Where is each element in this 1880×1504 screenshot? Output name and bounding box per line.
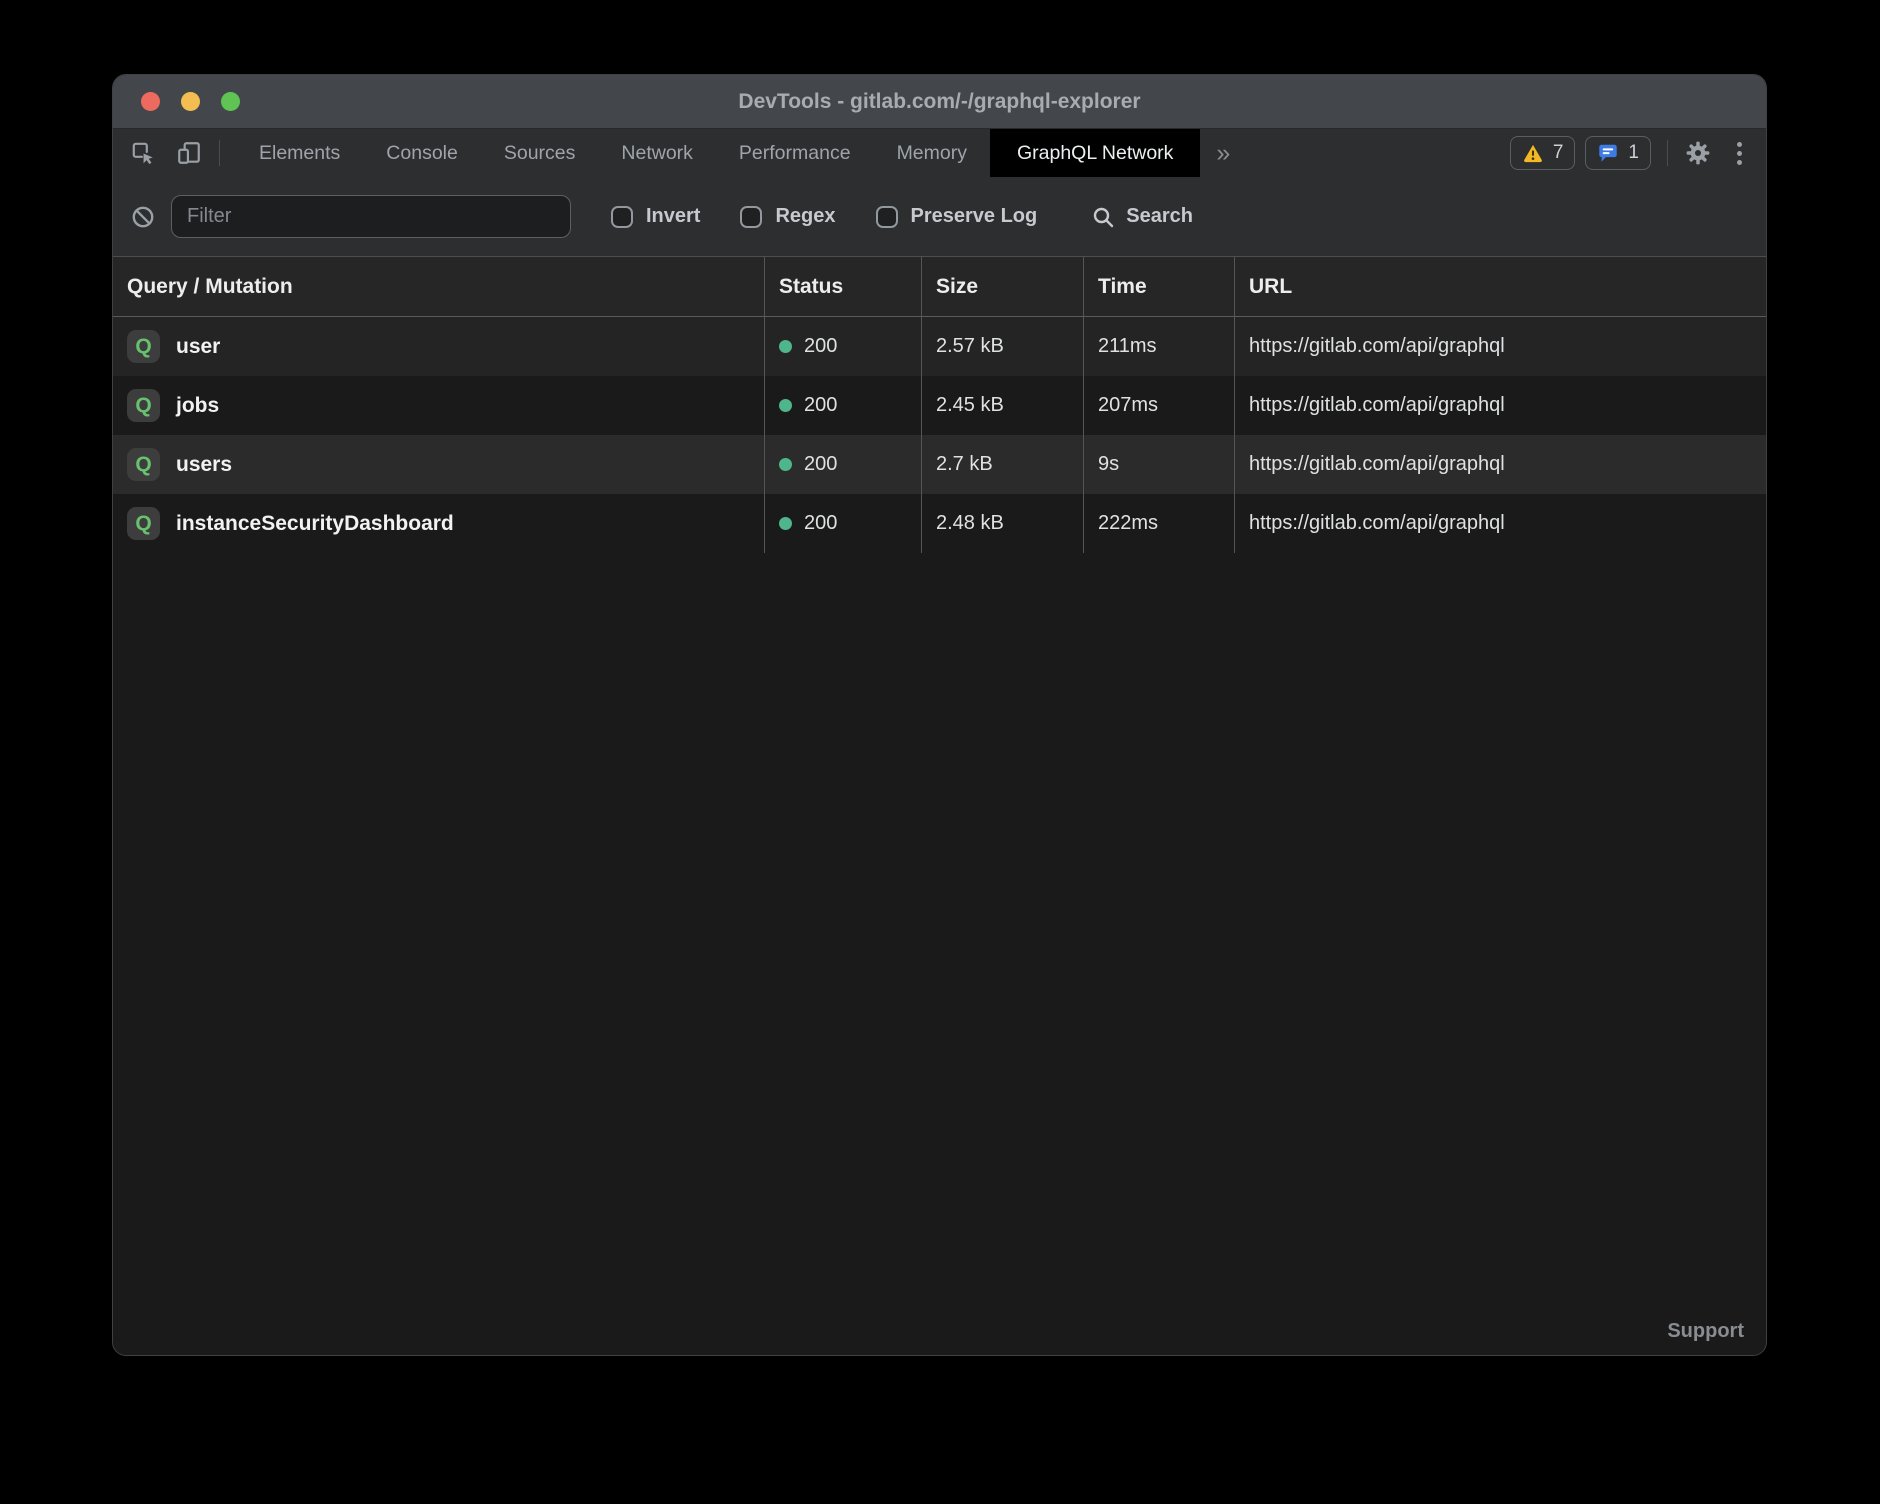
- column-header-query-mutation[interactable]: Query / Mutation: [113, 257, 764, 317]
- issues-button[interactable]: 1: [1585, 136, 1651, 170]
- status-code: 200: [804, 512, 837, 535]
- size-cell: 2.48 kB: [921, 494, 1083, 553]
- preserve-log-checkbox[interactable]: [876, 206, 898, 228]
- url-cell: https://gitlab.com/api/graphql: [1234, 435, 1766, 494]
- regex-label: Regex: [775, 205, 835, 228]
- warning-count: 7: [1553, 142, 1564, 164]
- table-row-users[interactable]: Q users 200 2.7 kB 9s https://gitlab.com…: [113, 435, 1766, 494]
- requests-panel: Query / Mutation Status Size Time URL Q …: [113, 257, 1766, 1356]
- status-cell: 200: [764, 376, 921, 435]
- query-cell: Q users: [113, 435, 764, 494]
- status-cell: 200: [764, 494, 921, 553]
- status-ok-dot: [779, 517, 792, 530]
- query-type-badge: Q: [127, 448, 160, 481]
- query-name: instanceSecurityDashboard: [176, 512, 454, 536]
- filter-input[interactable]: [171, 195, 571, 238]
- tab-elements[interactable]: Elements: [236, 129, 363, 177]
- devtools-tabbar: Elements Console Sources Network Perform…: [113, 129, 1766, 177]
- tab-graphql-network[interactable]: GraphQL Network: [990, 129, 1200, 177]
- status-cell: 200: [764, 435, 921, 494]
- regex-checkbox-group[interactable]: Regex: [740, 205, 835, 228]
- window-title: DevTools - gitlab.com/-/graphql-explorer: [113, 75, 1766, 128]
- size-cell: 2.7 kB: [921, 435, 1083, 494]
- time-cell: 207ms: [1083, 376, 1234, 435]
- search-button[interactable]: Search: [1091, 205, 1193, 229]
- query-type-badge: Q: [127, 330, 160, 363]
- status-ok-dot: [779, 399, 792, 412]
- url-cell: https://gitlab.com/api/graphql: [1234, 494, 1766, 553]
- tab-performance[interactable]: Performance: [716, 129, 874, 177]
- status-code: 200: [804, 335, 837, 358]
- message-icon: [1597, 142, 1619, 164]
- status-code: 200: [804, 394, 837, 417]
- query-cell: Q instanceSecurityDashboard: [113, 494, 764, 553]
- clear-filter-icon[interactable]: [129, 203, 157, 231]
- column-header-time[interactable]: Time: [1083, 257, 1234, 317]
- status-ok-dot: [779, 340, 792, 353]
- inspect-element-icon[interactable]: [129, 139, 157, 167]
- tabbar-divider: [219, 140, 220, 166]
- invert-checkbox[interactable]: [611, 206, 633, 228]
- table-row-instance-security-dashboard[interactable]: Q instanceSecurityDashboard 200 2.48 kB …: [113, 494, 1766, 553]
- column-header-size[interactable]: Size: [921, 257, 1083, 317]
- size-cell: 2.57 kB: [921, 317, 1083, 376]
- url-cell: https://gitlab.com/api/graphql: [1234, 317, 1766, 376]
- search-label: Search: [1126, 205, 1193, 228]
- warnings-button[interactable]: 7: [1510, 136, 1576, 170]
- preserve-log-checkbox-group[interactable]: Preserve Log: [876, 205, 1038, 228]
- query-name: jobs: [176, 394, 219, 418]
- query-cell: Q user: [113, 317, 764, 376]
- more-tabs-chevron-icon[interactable]: »: [1200, 131, 1246, 175]
- query-type-badge: Q: [127, 507, 160, 540]
- warning-icon: [1522, 142, 1544, 164]
- invert-checkbox-group[interactable]: Invert: [611, 205, 700, 228]
- table-header: Query / Mutation Status Size Time URL: [113, 257, 1766, 317]
- query-name: users: [176, 453, 232, 477]
- time-cell: 222ms: [1083, 494, 1234, 553]
- regex-checkbox[interactable]: [740, 206, 762, 228]
- search-icon: [1091, 205, 1115, 229]
- support-link[interactable]: Support: [1667, 1320, 1744, 1343]
- devtools-window: DevTools - gitlab.com/-/graphql-explorer…: [112, 74, 1767, 1356]
- tab-sources[interactable]: Sources: [481, 129, 599, 177]
- filter-toolbar: Invert Regex Preserve Log Search: [113, 177, 1766, 257]
- table-row-jobs[interactable]: Q jobs 200 2.45 kB 207ms https://gitlab.…: [113, 376, 1766, 435]
- issues-count: 1: [1628, 142, 1639, 164]
- titlebar: DevTools - gitlab.com/-/graphql-explorer: [113, 75, 1766, 129]
- device-toolbar-icon[interactable]: [175, 139, 203, 167]
- query-type-badge: Q: [127, 389, 160, 422]
- invert-label: Invert: [646, 205, 700, 228]
- url-cell: https://gitlab.com/api/graphql: [1234, 376, 1766, 435]
- query-name: user: [176, 335, 220, 359]
- tab-console[interactable]: Console: [363, 129, 481, 177]
- settings-gear-icon[interactable]: [1684, 139, 1712, 167]
- tab-network[interactable]: Network: [598, 129, 716, 177]
- column-header-status[interactable]: Status: [764, 257, 921, 317]
- status-cell: 200: [764, 317, 921, 376]
- column-header-url[interactable]: URL: [1234, 257, 1766, 317]
- kebab-menu-icon[interactable]: [1726, 142, 1752, 165]
- size-cell: 2.45 kB: [921, 376, 1083, 435]
- query-cell: Q jobs: [113, 376, 764, 435]
- preserve-log-label: Preserve Log: [911, 205, 1038, 228]
- tab-memory[interactable]: Memory: [874, 129, 990, 177]
- tabbar-right-controls: 7 1: [1500, 136, 1752, 170]
- status-code: 200: [804, 453, 837, 476]
- status-ok-dot: [779, 458, 792, 471]
- time-cell: 211ms: [1083, 317, 1234, 376]
- time-cell: 9s: [1083, 435, 1234, 494]
- controls-divider: [1667, 140, 1668, 166]
- table-row-user[interactable]: Q user 200 2.57 kB 211ms https://gitlab.…: [113, 317, 1766, 376]
